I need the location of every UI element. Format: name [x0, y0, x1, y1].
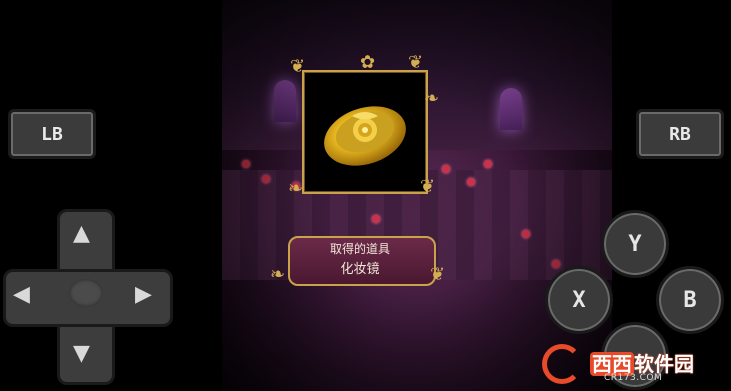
golden-rose-compact-mirror-icon [324, 106, 406, 166]
y-button-label: Y [628, 231, 642, 257]
c-logo-icon [542, 344, 582, 384]
ornament-vine-icon: ❦ [430, 264, 446, 285]
dpad-left-icon[interactable]: ◀ [13, 284, 30, 306]
x-button[interactable]: X [545, 266, 613, 334]
b-button-label: B [683, 287, 697, 313]
rb-button-label: RB [669, 123, 691, 145]
watermark-url: CR173.COM [604, 373, 663, 383]
y-button[interactable]: Y [601, 210, 669, 278]
rb-button[interactable]: RB [636, 109, 724, 159]
lb-button-label: LB [41, 123, 63, 145]
item-name: 化妆镜 [340, 262, 380, 277]
ornament-vine-icon: ❦ [408, 52, 424, 73]
dpad-center [69, 279, 103, 307]
lb-button[interactable]: LB [8, 109, 96, 159]
item-caption: 取得的道具 化妆镜 ❧ ❦ [270, 232, 450, 290]
acquired-item-heading: 取得的道具 [329, 242, 390, 256]
b-button[interactable]: B [656, 266, 724, 334]
dpad-up-icon[interactable]: ▲ [73, 223, 90, 245]
dpad-down-icon[interactable]: ▼ [73, 343, 90, 365]
ornament-vine-icon: ✿ [360, 52, 376, 73]
ornament-vine-icon: ❧ [288, 178, 304, 199]
ornament-vine-icon: ❦ [290, 56, 306, 77]
dpad[interactable]: ▲ ▼ ◀ ▶ [3, 209, 173, 385]
site-watermark: 西西 软件园 CR173.COM [538, 340, 731, 391]
ornament-vine-icon: ❧ [424, 88, 440, 109]
ornament-vine-icon: ❧ [270, 264, 286, 285]
dpad-right-icon[interactable]: ▶ [135, 284, 152, 306]
item-frame [302, 70, 428, 194]
x-button-label: X [572, 287, 586, 313]
ornament-vine-icon: ❦ [420, 176, 436, 197]
